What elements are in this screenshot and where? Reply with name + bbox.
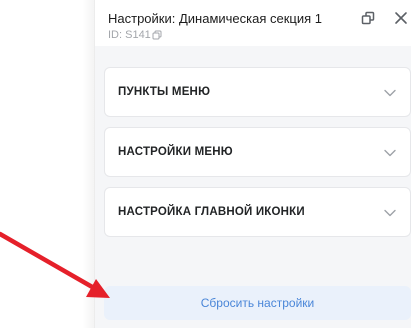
section-label: ПУНКТЫ МЕНЮ (118, 86, 211, 98)
section-menu-settings[interactable]: НАСТРОЙКИ МЕНЮ (104, 127, 411, 177)
section-main-icon-settings[interactable]: НАСТРОЙКА ГЛАВНОЙ ИКОНКИ (104, 187, 411, 237)
panel-id-label: ID: S141 (108, 29, 151, 41)
undock-icon[interactable] (361, 11, 375, 25)
section-label: НАСТРОЙКИ МЕНЮ (118, 146, 233, 158)
settings-panel: Настройки: Динамическая секция 1 ID: S14… (94, 0, 411, 328)
panel-title: Настройки: Динамическая секция 1 (108, 11, 323, 26)
section-menu-items[interactable]: ПУНКТЫ МЕНЮ (104, 67, 411, 117)
panel-header: Настройки: Динамическая секция 1 ID: S14… (95, 0, 411, 46)
close-icon[interactable] (394, 11, 408, 25)
chevron-down-icon (383, 206, 397, 220)
section-label: НАСТРОЙКА ГЛАВНОЙ ИКОНКИ (118, 206, 305, 218)
page-backdrop (0, 0, 94, 328)
panel-id: ID: S141 (108, 29, 162, 41)
reset-settings-button[interactable]: Сбросить настройки (104, 286, 411, 320)
copy-icon[interactable] (152, 30, 162, 40)
chevron-down-icon (383, 146, 397, 160)
chevron-down-icon (383, 86, 397, 100)
